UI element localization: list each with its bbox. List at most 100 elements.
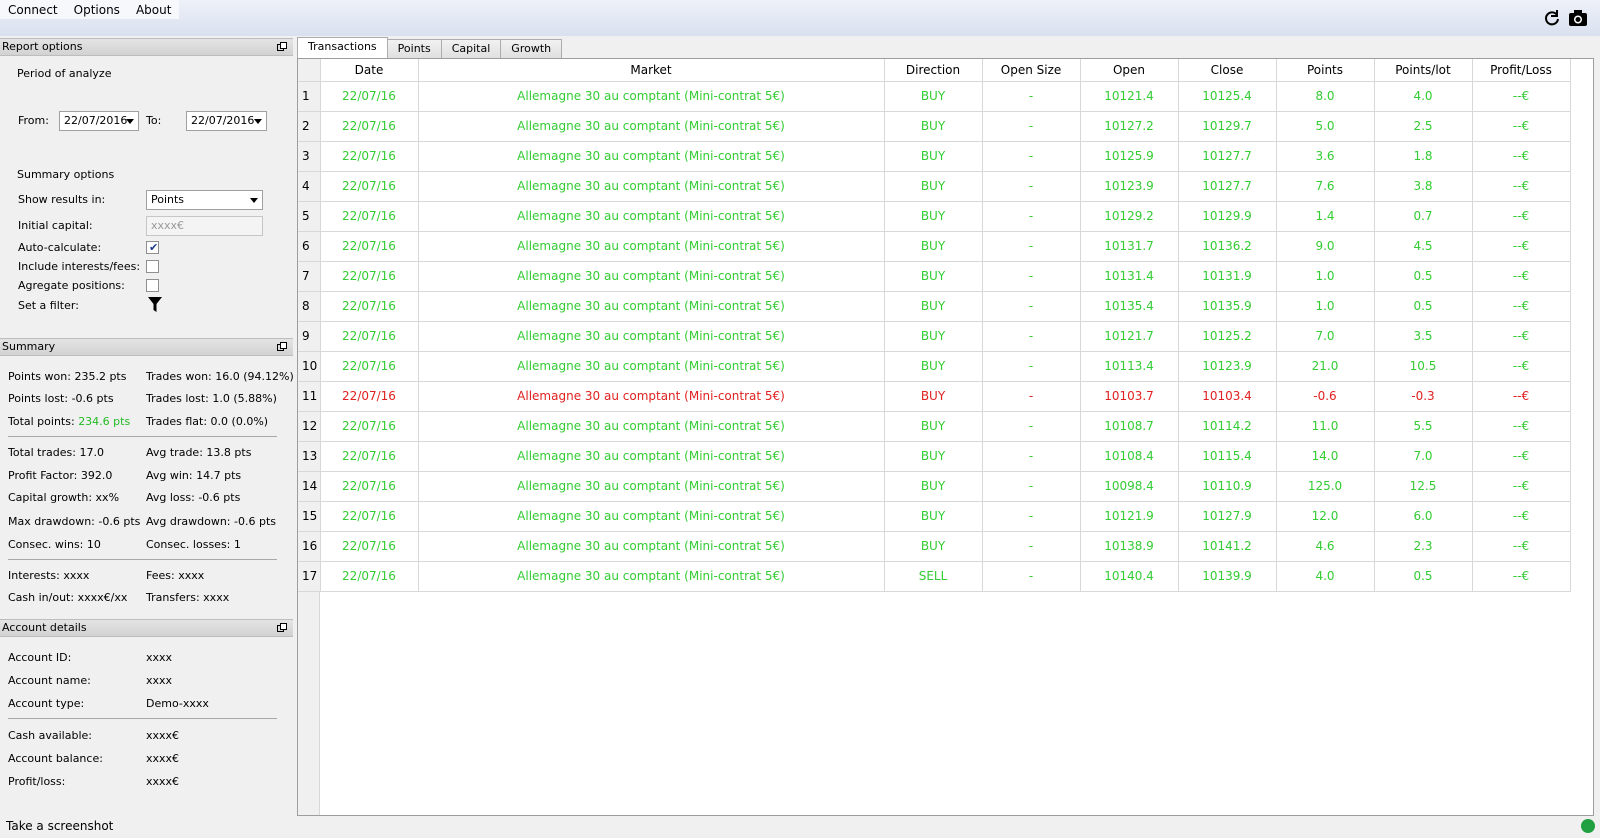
cell-date: 22/07/16 [320,441,419,472]
initial-capital-input[interactable]: xxxx€ [146,216,263,236]
account-balance-value: xxxx€ [146,752,180,765]
max-drawdown-value: -0.6 pts [98,515,141,528]
table-row[interactable]: 7 22/07/16 Allemagne 30 au comptant (Mini-… [298,261,1571,292]
table-row[interactable]: 3 22/07/16 Allemagne 30 au comptant (Mini-… [298,141,1571,172]
table-row[interactable]: 5 22/07/16 Allemagne 30 au comptant (Mini-… [298,201,1571,232]
cell-profit-loss: --€ [1472,501,1571,532]
transfers-value: xxxx [203,591,230,604]
max-drawdown-label: Max drawdown: [8,515,95,528]
chevron-down-icon [254,119,262,124]
column-header-close[interactable]: Close [1178,59,1277,82]
cell-open: 10123.9 [1080,171,1179,202]
total-trades: Total trades: 17.0 [8,446,104,459]
table-row[interactable]: 11 22/07/16 Allemagne 30 au comptant (Mini… [298,381,1571,412]
column-header-date[interactable]: Date [320,59,419,82]
capital-growth-value: xx% [95,491,120,504]
column-header-market[interactable]: Market [418,59,885,82]
column-header-points[interactable]: Points [1276,59,1375,82]
menu-connect[interactable]: Connect [0,0,66,19]
cell-profit-loss: --€ [1472,141,1571,172]
table-row[interactable]: 2 22/07/16 Allemagne 30 au comptant (Mini-… [298,111,1571,142]
avg-loss: Avg loss: -0.6 pts [146,491,240,504]
cell-profit-loss: --€ [1472,111,1571,142]
trades-flat: Trades flat: 0.0 (0.0%) [146,415,268,428]
table-row[interactable]: 16 22/07/16 Allemagne 30 au comptant (Mini… [298,531,1571,562]
trades-won: Trades won: 16.0 (94.12%) [146,370,294,383]
cell-direction: BUY [884,171,983,202]
table-row[interactable]: 9 22/07/16 Allemagne 30 au comptant (Mini-… [298,321,1571,352]
connection-status-icon [1581,819,1595,833]
to-date-picker[interactable]: 22/07/2016 [186,111,267,131]
account-type-label: Account type: [8,697,85,710]
avg-drawdown: Avg drawdown: -0.6 pts [146,515,276,528]
menu-options[interactable]: Options [66,0,128,19]
table-row[interactable]: 13 22/07/16 Allemagne 30 au comptant (Mini… [298,441,1571,472]
cell-market: Allemagne 30 au comptant (Mini-contrat 5… [418,441,885,472]
checkmark-icon: ✔ [149,241,159,254]
cell-open: 10125.9 [1080,141,1179,172]
table-row[interactable]: 1 22/07/16 Allemagne 30 au comptant (Mini-… [298,81,1571,112]
table-row[interactable]: 15 22/07/16 Allemagne 30 au comptant (Mini… [298,501,1571,532]
column-header-open-size[interactable]: Open Size [982,59,1081,82]
undock-icon[interactable] [277,42,287,51]
cell-open: 10108.7 [1080,411,1179,442]
table-row[interactable]: 17 22/07/16 Allemagne 30 au comptant (Mini… [298,561,1571,592]
cell-direction: BUY [884,441,983,472]
cell-profit-loss: --€ [1472,291,1571,322]
cell-close: 10125.4 [1178,81,1277,112]
cell-direction: BUY [884,321,983,352]
avg-win-label: Avg win: [146,469,193,482]
cell-close: 10136.2 [1178,231,1277,262]
cell-profit-loss: --€ [1472,171,1571,202]
cell-date: 22/07/16 [320,201,419,232]
camera-icon[interactable] [1568,9,1588,27]
tab-capital[interactable]: Capital [440,39,502,58]
table-row[interactable]: 4 22/07/16 Allemagne 30 au comptant (Mini-… [298,171,1571,202]
column-header-open[interactable]: Open [1080,59,1179,82]
from-date-picker[interactable]: 22/07/2016 [59,111,139,131]
chevron-down-icon [126,119,134,124]
initial-capital-label: Initial capital: [18,219,93,232]
tab-transactions[interactable]: Transactions [297,37,388,58]
max-drawdown: Max drawdown: -0.6 pts [8,515,140,528]
summary-title: Summary [2,340,56,353]
table-row[interactable]: 6 22/07/16 Allemagne 30 au comptant (Mini-… [298,231,1571,262]
row-number: 6 [298,231,321,262]
column-header-profit-loss[interactable]: Profit/Loss [1472,59,1571,82]
filter-icon[interactable] [148,297,162,313]
cell-open: 10127.2 [1080,111,1179,142]
table-row[interactable]: 10 22/07/16 Allemagne 30 au comptant (Mini… [298,351,1571,382]
account-details-title: Account details [2,621,87,634]
cell-market: Allemagne 30 au comptant (Mini-contrat 5… [418,471,885,502]
tab-growth[interactable]: Growth [500,39,563,58]
include-interests-checkbox[interactable] [146,260,159,273]
table-row[interactable]: 8 22/07/16 Allemagne 30 au comptant (Mini-… [298,291,1571,322]
column-header-points-lot[interactable]: Points/lot [1374,59,1473,82]
undock-icon[interactable] [277,342,287,351]
cell-profit-loss: --€ [1472,81,1571,112]
from-label: From: [18,114,49,127]
undock-icon[interactable] [277,623,287,632]
auto-calculate-label: Auto-calculate: [18,241,102,254]
tab-points[interactable]: Points [386,39,442,58]
refresh-icon[interactable] [1542,9,1562,27]
cell-direction: SELL [884,561,983,592]
cell-open: 10108.4 [1080,441,1179,472]
cell-close: 10123.9 [1178,351,1277,382]
column-header-direction[interactable]: Direction [884,59,983,82]
cell-points-lot: 0.7 [1374,201,1473,232]
table-row[interactable]: 14 22/07/16 Allemagne 30 au comptant (Mini… [298,471,1571,502]
table-row[interactable]: 12 22/07/16 Allemagne 30 au comptant (Mini… [298,411,1571,442]
points-won-value: 235.2 pts [74,370,127,383]
cell-open-size: - [982,111,1081,142]
aggregate-checkbox[interactable] [146,279,159,292]
auto-calculate-checkbox[interactable]: ✔ [146,241,159,254]
avg-loss-label: Avg loss: [146,491,195,504]
cell-profit-loss: --€ [1472,201,1571,232]
show-results-select[interactable]: Points [146,190,263,210]
menu-about[interactable]: About [128,0,179,19]
tab-bar: Transactions Points Capital Growth [297,37,563,58]
cell-market: Allemagne 30 au comptant (Mini-contrat 5… [418,351,885,382]
cell-open-size: - [982,231,1081,262]
cell-close: 10135.9 [1178,291,1277,322]
